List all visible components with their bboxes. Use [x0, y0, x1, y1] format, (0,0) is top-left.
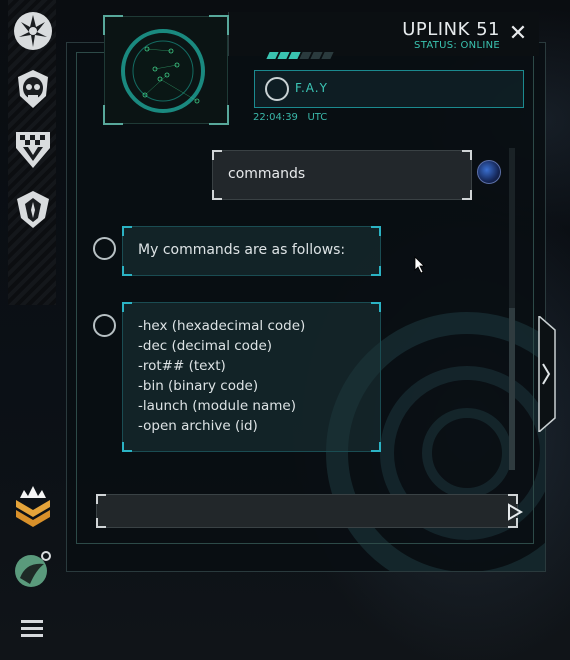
bot-avatar-circle — [93, 237, 116, 260]
close-button[interactable]: ✕ — [508, 23, 528, 45]
message-input-container — [96, 494, 518, 528]
lightning-emblem-icon[interactable] — [12, 10, 54, 52]
command-item: -hex (hexadecimal code) — [138, 318, 306, 334]
shield-emblem-icon[interactable] — [12, 188, 54, 230]
status-label: STATUS: ONLINE — [414, 40, 500, 51]
rank-chevrons-icon[interactable] — [12, 484, 54, 527]
radar-display — [103, 15, 229, 125]
uplink-title: UPLINK 51 — [402, 19, 500, 40]
menu-icon[interactable] — [21, 620, 43, 638]
scrollbar-thumb[interactable] — [509, 308, 515, 470]
contact-name: F.A.Y — [295, 81, 328, 95]
skull-emblem-icon[interactable] — [12, 68, 54, 110]
send-icon[interactable] — [507, 503, 523, 521]
timestamp: 22:04:39 UTC — [253, 112, 328, 123]
bot-message: My commands are as follows: — [122, 226, 381, 276]
bot-message-text: My commands are as follows: — [138, 242, 346, 258]
signal-strength-indicator — [266, 44, 334, 59]
bot-command-list: -hex (hexadecimal code) -dec (decimal co… — [122, 302, 381, 452]
command-item: -launch (module name) — [138, 398, 296, 414]
user-message: commands — [212, 150, 472, 200]
expand-panel-tab[interactable] — [537, 314, 559, 434]
chat-panel-inner-frame — [76, 52, 534, 544]
mouse-cursor-icon — [414, 256, 426, 274]
contact-header[interactable]: F.A.Y — [254, 70, 524, 108]
command-item: -open archive (id) — [138, 418, 258, 434]
left-sidebar — [0, 0, 62, 660]
planet-icon[interactable] — [12, 548, 54, 590]
contact-status-circle — [265, 77, 289, 101]
command-item: -bin (binary code) — [138, 378, 259, 394]
bot-avatar-circle — [93, 314, 116, 337]
user-avatar — [477, 160, 501, 184]
user-message-text: commands — [228, 166, 306, 182]
checkered-v-emblem-icon[interactable] — [12, 128, 54, 170]
command-item: -rot## (text) — [138, 358, 226, 374]
message-input[interactable] — [105, 501, 489, 521]
command-item: -dec (decimal code) — [138, 338, 273, 354]
